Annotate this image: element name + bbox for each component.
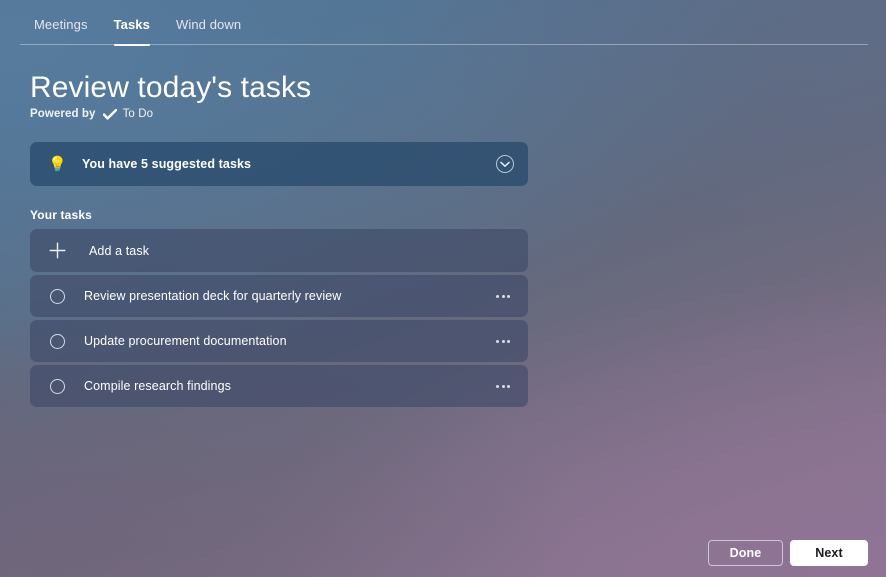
task-title: Compile research findings (84, 379, 232, 393)
plus-icon (44, 242, 70, 259)
tab-meetings[interactable]: Meetings (30, 14, 101, 38)
circle-unchecked-icon[interactable] (50, 333, 65, 349)
suggested-tasks-text: You have 5 suggested tasks (82, 157, 252, 171)
tab-list: Meetings Tasks Wind down (30, 14, 254, 46)
tab-strip-divider (20, 44, 868, 45)
task-review-panel: Meetings Tasks Wind down Review today's … (0, 0, 886, 577)
suggested-tasks-banner[interactable]: 💡 You have 5 suggested tasks (30, 142, 528, 186)
task-row[interactable]: Compile research findings (30, 365, 528, 407)
more-options-icon[interactable] (492, 379, 514, 394)
powered-by-attribution: Powered by To Do (30, 107, 153, 121)
page-title: Review today's tasks (30, 71, 312, 104)
lightbulb-icon: 💡 (48, 155, 67, 173)
circle-unchecked-icon[interactable] (50, 378, 65, 394)
footer-actions: Done Next (0, 539, 886, 577)
tab-strip: Meetings Tasks Wind down (0, 0, 886, 46)
more-options-icon[interactable] (492, 289, 514, 304)
task-row[interactable]: Update procurement documentation (30, 320, 528, 362)
tab-wind-down[interactable]: Wind down (163, 14, 254, 38)
tab-wind-down-label: Wind down (175, 17, 242, 32)
task-title: Update procurement documentation (84, 334, 287, 348)
chevron-down-circle-icon[interactable] (496, 155, 514, 173)
tab-tasks[interactable]: Tasks (101, 14, 163, 46)
powered-by-product: To Do (122, 108, 154, 120)
task-title: Review presentation deck for quarterly r… (84, 289, 342, 303)
done-button[interactable]: Done (708, 540, 783, 566)
add-task-label: Add a task (89, 243, 150, 258)
tab-meetings-label: Meetings (34, 17, 88, 32)
your-tasks-section-label: Your tasks (30, 208, 92, 222)
task-list: Add a task Review presentation deck for … (30, 229, 528, 410)
powered-by-prefix: Powered by (30, 108, 96, 120)
task-row[interactable]: Review presentation deck for quarterly r… (30, 275, 528, 317)
more-options-icon[interactable] (492, 334, 514, 349)
circle-unchecked-icon[interactable] (50, 288, 65, 304)
check-mark-icon (102, 107, 117, 121)
tab-tasks-label: Tasks (113, 17, 150, 32)
add-task-row[interactable]: Add a task (30, 229, 528, 272)
next-button[interactable]: Next (790, 540, 868, 566)
